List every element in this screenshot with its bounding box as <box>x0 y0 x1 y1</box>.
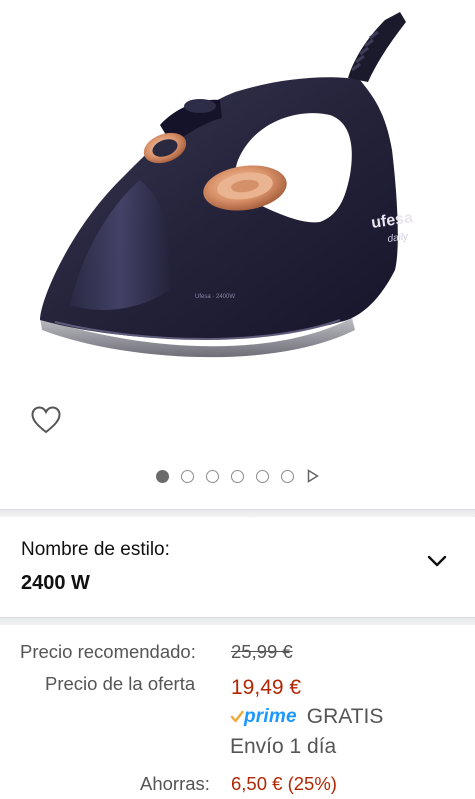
prime-shipping-row: prime GRATIS <box>230 705 383 729</box>
carousel-dot-3[interactable] <box>205 469 219 483</box>
style-selector[interactable]: Nombre de estilo: 2400 W <box>0 518 475 617</box>
carousel-dot-6[interactable] <box>280 469 294 483</box>
style-value: 2400 W <box>21 572 90 594</box>
free-shipping-text: GRATIS <box>306 705 384 728</box>
carousel-dot-4[interactable] <box>230 469 244 483</box>
recommended-price-value: 25,99 € <box>231 641 293 662</box>
carousel-dot-1[interactable] <box>155 469 169 483</box>
image-carousel-indicator <box>0 466 475 486</box>
deal-price-label: Precio de la oferta <box>45 673 196 694</box>
prime-word: prime <box>244 706 297 727</box>
section-divider <box>0 509 475 517</box>
recommended-price-label: Precio recomendado: <box>20 641 196 662</box>
savings-label: Ahorras: <box>140 773 210 794</box>
carousel-dot-2[interactable] <box>180 469 194 483</box>
steam-iron-image: Ufesa · 2400W ufesa daily <box>40 12 414 358</box>
carousel-next-arrow-icon[interactable] <box>306 469 320 483</box>
section-divider <box>0 617 475 625</box>
style-label: Nombre de estilo: <box>21 539 170 560</box>
prime-logo: prime <box>230 706 297 728</box>
carousel-dot-5[interactable] <box>255 469 269 483</box>
brand-sub-text: daily <box>387 231 410 245</box>
deal-price-value: 19,49 € <box>231 676 302 699</box>
pricing-block: Precio recomendado: 25,99 € Precio de la… <box>0 625 475 799</box>
savings-value: 6,50 € (25%) <box>231 773 337 794</box>
heart-outline-icon <box>31 406 61 434</box>
svg-text:Ufesa · 2400W: Ufesa · 2400W <box>195 294 235 300</box>
product-image[interactable]: Ufesa · 2400W ufesa daily <box>0 0 475 385</box>
prime-check-icon <box>230 710 244 723</box>
chevron-down-icon[interactable] <box>425 551 449 571</box>
wishlist-heart-button[interactable] <box>28 402 64 438</box>
delivery-time-text: Envío 1 día <box>230 735 337 758</box>
